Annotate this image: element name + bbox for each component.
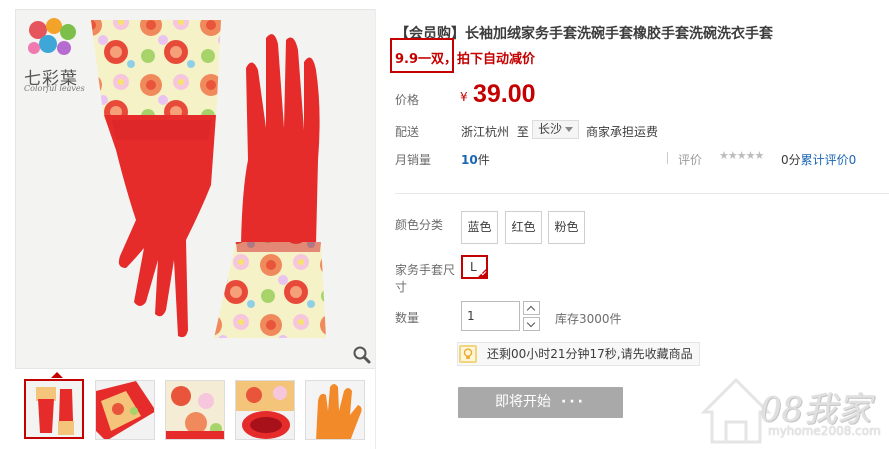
monthly-sales-label: 月销量	[395, 153, 432, 167]
quantity-increase-button[interactable]	[523, 301, 540, 315]
column-divider	[375, 9, 376, 449]
quantity-decrease-button[interactable]	[523, 317, 540, 331]
color-label: 颜色分类	[395, 218, 444, 232]
price-value: 39.00	[473, 80, 536, 108]
shipping-fee: 商家承担运费	[586, 125, 659, 139]
quantity-input[interactable]: 1	[461, 301, 520, 331]
rating-score: 0分累计评价0	[781, 151, 856, 168]
rating-label: 评价	[678, 153, 703, 167]
shipping-origin: 浙江杭州 至	[461, 123, 529, 140]
lightbulb-icon	[459, 345, 477, 363]
color-option-red[interactable]: 红色	[505, 211, 542, 244]
shipping-to-separator: 至	[516, 125, 529, 139]
rating-score-value: 0分	[781, 153, 801, 167]
coming-soon-button[interactable]: 即将开始 ···	[458, 387, 623, 418]
currency-symbol: ¥	[460, 90, 468, 104]
monthly-sales-unit: 件	[477, 153, 490, 167]
color-option-pink[interactable]: 粉色	[548, 211, 585, 244]
watermark-url: myhome2008.com	[768, 424, 881, 438]
thumbnail-strip	[15, 372, 376, 443]
price-label: 价格	[395, 93, 420, 107]
brand-name-en: Colorful leaves	[24, 84, 85, 93]
monthly-sales-value: 10件	[461, 151, 490, 168]
size-option-l-label: L	[470, 260, 477, 274]
countdown-notice: 还剩00小时21分钟17秒,请先收藏商品	[457, 342, 700, 366]
shipping-from-text: 浙江杭州	[461, 125, 510, 139]
thumbnail-gloves-fan[interactable]	[95, 380, 155, 440]
size-option-l[interactable]: L	[461, 255, 488, 279]
color-option-blue[interactable]: 蓝色	[461, 211, 498, 244]
stock-count: 库存3000件	[555, 312, 622, 326]
stats-divider	[667, 152, 668, 164]
selected-check-icon	[477, 268, 487, 278]
zoom-icon[interactable]	[352, 345, 372, 365]
shipping-label: 配送	[395, 125, 420, 139]
monthly-sales-count: 10	[461, 153, 478, 167]
main-product-image[interactable]: 七彩葉 Colorful leaves	[15, 9, 376, 369]
thumbnail-cuff-opening[interactable]	[235, 380, 295, 440]
shipping-destination-value: 长沙	[538, 122, 563, 136]
section-divider	[395, 193, 889, 194]
coming-soon-label: 即将开始	[495, 394, 552, 410]
coming-soon-dots: ···	[561, 394, 586, 410]
thumbnail-orange-glove[interactable]	[305, 380, 365, 440]
review-count-link[interactable]: 累计评价0	[801, 153, 857, 167]
shipping-destination-select[interactable]: 长沙	[532, 120, 580, 139]
thumbnail-red-gloves[interactable]	[24, 379, 84, 439]
quantity-label: 数量	[395, 311, 420, 325]
size-label: 家务手套尺寸	[395, 263, 456, 294]
thumbnail-caret-icon	[51, 372, 63, 378]
thumbnail-cuff-detail[interactable]	[165, 380, 225, 440]
rating-stars-icon: ★★★★★	[719, 149, 764, 162]
promo-text: 9.9一双，拍下自动减价	[395, 52, 536, 67]
chevron-down-icon	[565, 127, 574, 132]
